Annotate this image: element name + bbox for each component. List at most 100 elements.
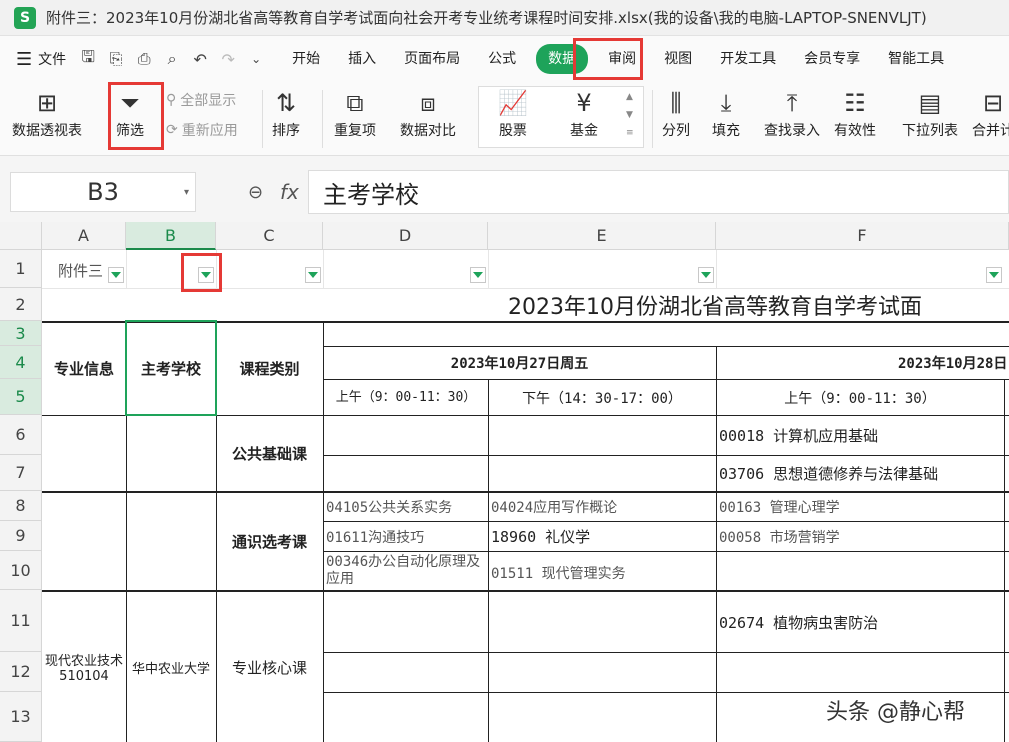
zoom-icon[interactable]: ⊖ <box>248 182 263 203</box>
undo-icon[interactable]: ↶ <box>190 50 210 69</box>
column-header-f[interactable]: F <box>716 222 1009 250</box>
row-header-6[interactable]: 6 <box>0 415 42 455</box>
merge-calc-label: 合并计 <box>972 123 1009 139</box>
lookup-entry-button[interactable]: ⤒ 查找录入 <box>764 86 820 140</box>
header-major-info[interactable]: 专业信息 <box>42 322 126 415</box>
category-general-elective[interactable]: 通识选考课 <box>216 492 323 590</box>
row-header-9[interactable]: 9 <box>0 521 42 551</box>
filter-dropdown-c[interactable] <box>305 267 321 283</box>
save-icon[interactable]: 🖫 <box>78 46 98 73</box>
cell-e8[interactable]: 04024应用写作概论 <box>491 493 716 521</box>
row-header-2[interactable]: 2 <box>0 288 42 321</box>
cell-f7[interactable]: 03706 思想道德修养与法律基础 <box>719 456 1004 491</box>
sort-button[interactable]: ⇅ 排序 <box>272 86 300 140</box>
pivot-table-button[interactable]: ⊞ 数据透视表 <box>12 86 82 140</box>
cell-f9[interactable]: 00058 市场营销学 <box>719 522 1004 551</box>
time-morning-1[interactable]: 上午（9：00-11：30） <box>326 380 486 415</box>
select-all-corner[interactable] <box>0 222 42 250</box>
cell-d9[interactable]: 01611沟通技巧 <box>326 522 488 551</box>
filter-dropdown-a[interactable] <box>108 267 124 283</box>
row-header-4[interactable]: 4 <box>0 346 42 379</box>
date-header-1[interactable]: 2023年10月27日周五 <box>323 347 716 379</box>
cell-e9[interactable]: 18960 礼仪学 <box>491 522 716 551</box>
cell-school[interactable]: 华中农业大学 <box>130 592 212 742</box>
redo-icon[interactable]: ↷ <box>218 50 238 69</box>
cell-major[interactable]: 现代农业技术510104 <box>42 592 126 742</box>
column-header-c[interactable]: C <box>216 222 323 250</box>
show-all-button[interactable]: ⚲ 全部显示 <box>166 90 236 110</box>
sheet-title[interactable]: 2023年10月份湖北省高等教育自学考试面 <box>508 290 922 320</box>
tab-smart-tools[interactable]: 智能工具 <box>874 44 958 74</box>
column-header-a[interactable]: A <box>42 222 126 250</box>
cell-e10[interactable]: 01511 现代管理实务 <box>491 556 716 590</box>
dropdown-list-button[interactable]: ▤ 下拉列表 <box>902 86 958 140</box>
funds-button[interactable]: ¥ 基金 <box>570 86 598 140</box>
print-preview-icon[interactable]: ⌕ <box>162 49 182 69</box>
export-icon[interactable]: ⎘ <box>106 49 126 69</box>
cell-f11[interactable]: 02674 植物病虫害防治 <box>719 592 1004 652</box>
row-header-3[interactable]: 3 <box>0 321 42 346</box>
data-compare-icon: ⧈ <box>420 89 436 117</box>
row-header-11[interactable]: 11 <box>0 590 42 652</box>
cell-d10[interactable]: 00346办公自动化原理及应用 <box>326 552 486 590</box>
filter-dropdown-e[interactable] <box>698 267 714 283</box>
name-box[interactable]: B3 ▾ <box>10 172 196 212</box>
column-header-e[interactable]: E <box>488 222 716 250</box>
tab-home[interactable]: 开始 <box>278 44 334 74</box>
time-morning-2[interactable]: 上午（9：00-11：30） <box>716 380 1004 415</box>
row-header-12[interactable]: 12 <box>0 652 42 692</box>
formula-input[interactable]: 主考学校 <box>308 170 1009 214</box>
cell-a1[interactable]: 附件三 <box>58 258 103 282</box>
data-compare-button[interactable]: ⧈ 数据对比 <box>400 86 456 140</box>
print-icon[interactable]: ⎙ <box>134 49 154 69</box>
tab-membership[interactable]: 会员专享 <box>790 44 874 74</box>
date-header-2[interactable]: 2023年10月28日 <box>898 347 1009 379</box>
row-header-10[interactable]: 10 <box>0 551 42 590</box>
duplicates-button[interactable]: ⧉ 重复项 <box>334 86 376 140</box>
tab-developer[interactable]: 开发工具 <box>706 44 790 74</box>
sheet-grid[interactable]: 附件三 2023年10月份湖北省高等教育自学考试面 专业信息 主考学校 课程类别… <box>42 250 1009 742</box>
tab-insert[interactable]: 插入 <box>334 44 390 74</box>
filter-button-highlight <box>108 82 164 150</box>
filter-dropdown-b-highlight <box>181 253 222 292</box>
row-header-5[interactable]: 5 <box>0 379 42 415</box>
file-menu[interactable]: ☰ 文件 <box>16 49 66 70</box>
merge-calc-button[interactable]: ⊟ 合并计 <box>972 86 1009 140</box>
column-header-b[interactable]: B <box>126 222 216 250</box>
split-column-button[interactable]: ⫼ 分列 <box>662 86 690 140</box>
reapply-button[interactable]: ⟳ 重新应用 <box>166 120 238 140</box>
stocks-button[interactable]: 📈 股票 <box>498 86 528 140</box>
merge-calc-icon: ⊟ <box>982 89 1004 117</box>
fx-icon[interactable]: fx <box>280 180 299 204</box>
yen-coin-icon: ¥ <box>576 89 592 117</box>
filter-dropdown-f[interactable] <box>986 267 1002 283</box>
row-header-8[interactable]: 8 <box>0 491 42 521</box>
data-tab-highlight <box>573 38 643 80</box>
tab-view[interactable]: 视图 <box>650 44 706 74</box>
row-header-1[interactable]: 1 <box>0 250 42 288</box>
cell-f8[interactable]: 00163 管理心理学 <box>719 493 1004 521</box>
cell-d8[interactable]: 04105公共关系实务 <box>326 493 488 521</box>
dropdown-list-icon: ▤ <box>918 89 942 117</box>
cell-f6[interactable]: 00018 计算机应用基础 <box>719 416 1004 455</box>
customize-chevron-icon[interactable]: ⌄ <box>246 52 266 66</box>
gallery-scroll[interactable]: ▲ ▼ ≡ <box>626 88 634 142</box>
fill-button[interactable]: ⤓ 填充 <box>712 86 740 140</box>
validity-button[interactable]: ☷ 有效性 <box>834 86 876 140</box>
header-course-category[interactable]: 课程类别 <box>216 322 323 415</box>
row-header-7[interactable]: 7 <box>0 455 42 491</box>
tab-formulas[interactable]: 公式 <box>474 44 530 74</box>
filter-dropdown-d[interactable] <box>470 267 486 283</box>
category-professional-core[interactable]: 专业核心课 <box>216 592 323 742</box>
formula-bar: B3 ▾ ⊖ fx 主考学校 <box>0 156 1009 222</box>
fill-label: 填充 <box>712 123 740 139</box>
show-all-label: 全部显示 <box>180 93 237 109</box>
chevron-down-icon[interactable]: ▾ <box>184 187 189 198</box>
column-header-d[interactable]: D <box>323 222 488 250</box>
title-bar: S 附件三：2023年10月份湖北省高等教育自学考试面向社会开考专业统考课程时间… <box>0 0 1009 36</box>
row-header-13[interactable]: 13 <box>0 692 42 742</box>
data-compare-label: 数据对比 <box>400 123 456 139</box>
time-afternoon-1[interactable]: 下午（14：30-17：00） <box>488 380 716 415</box>
category-public-basic[interactable]: 公共基础课 <box>216 416 323 491</box>
tab-page-layout[interactable]: 页面布局 <box>390 44 474 74</box>
